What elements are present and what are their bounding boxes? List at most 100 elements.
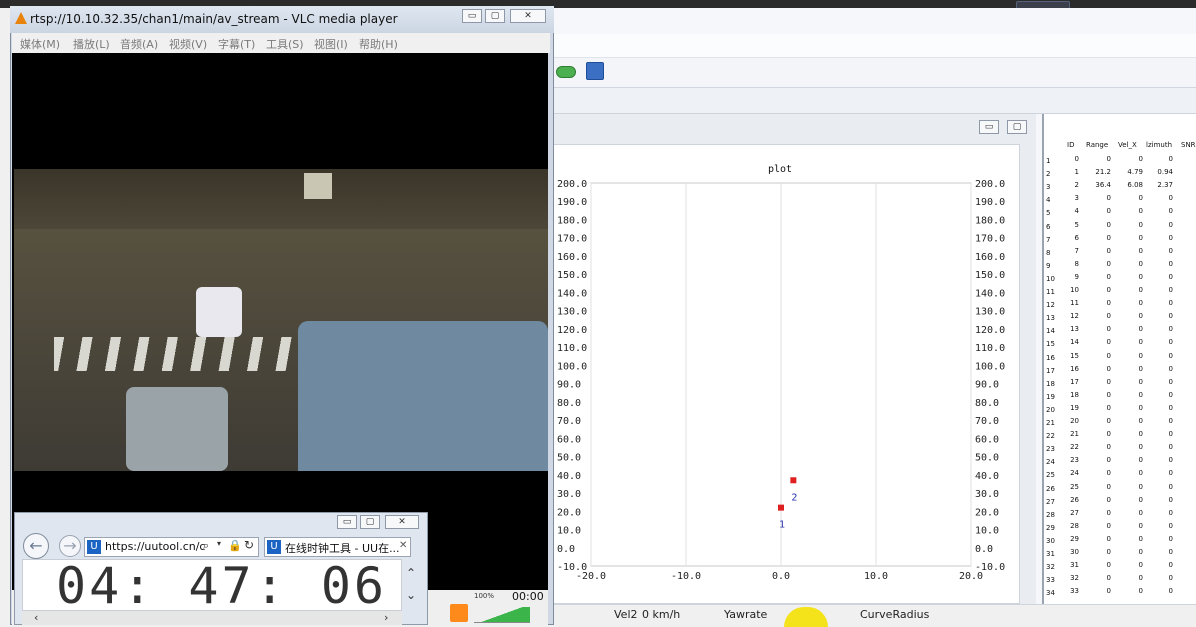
table-cell[interactable]: 0 — [1149, 496, 1173, 504]
table-cell[interactable]: 0 — [1149, 260, 1173, 268]
table-cell[interactable]: 0 — [1119, 391, 1143, 399]
table-column-header[interactable]: lzimuth — [1146, 141, 1172, 149]
table-cell[interactable]: 0 — [1149, 273, 1173, 281]
minimize-icon[interactable]: ▭ — [337, 515, 357, 529]
table-cell[interactable]: 22 — [1055, 443, 1079, 451]
table-cell[interactable]: 0 — [1119, 483, 1143, 491]
table-cell[interactable]: 0 — [1087, 155, 1111, 163]
table-cell[interactable]: 0 — [1149, 365, 1173, 373]
table-cell[interactable]: 0 — [1119, 352, 1143, 360]
restore-icon[interactable]: ▢ — [1007, 120, 1027, 134]
menu-subtitle[interactable]: 字幕(T) — [218, 36, 255, 52]
table-cell[interactable]: 0 — [1119, 247, 1143, 255]
table-cell[interactable]: 0 — [1087, 430, 1111, 438]
table-cell[interactable]: 0 — [1087, 299, 1111, 307]
table-cell[interactable]: 0 — [1119, 299, 1143, 307]
table-cell[interactable]: 0 — [1087, 561, 1111, 569]
table-cell[interactable]: 0 — [1119, 260, 1143, 268]
table-cell[interactable]: 0 — [1087, 221, 1111, 229]
close-icon[interactable]: ✕ — [510, 9, 546, 23]
table-cell[interactable]: 0 — [1119, 443, 1143, 451]
restore-icon[interactable]: ▢ — [360, 515, 380, 529]
menu-audio[interactable]: 音频(A) — [120, 36, 158, 52]
table-cell[interactable]: 0 — [1149, 561, 1173, 569]
table-cell[interactable]: 2 — [1055, 181, 1079, 189]
table-cell[interactable]: 0 — [1087, 443, 1111, 451]
table-cell[interactable]: 0 — [1087, 587, 1111, 595]
table-cell[interactable]: 0 — [1087, 535, 1111, 543]
save-icon[interactable] — [586, 62, 604, 80]
table-cell[interactable]: 0 — [1119, 221, 1143, 229]
forward-icon[interactable]: → — [59, 535, 81, 557]
volume-icon[interactable] — [450, 604, 468, 622]
table-cell[interactable]: 0.94 — [1149, 168, 1173, 176]
table-cell[interactable]: 0 — [1087, 417, 1111, 425]
table-cell[interactable]: 0 — [1119, 234, 1143, 242]
table-cell[interactable]: 0 — [1119, 535, 1143, 543]
table-cell[interactable]: 0 — [1149, 234, 1173, 242]
table-cell[interactable]: 0 — [1149, 509, 1173, 517]
menu-media[interactable]: 媒体(M) — [20, 36, 60, 52]
table-cell[interactable]: 0 — [1119, 378, 1143, 386]
table-cell[interactable]: 0 — [1149, 207, 1173, 215]
table-cell[interactable]: 0 — [1087, 509, 1111, 517]
table-cell[interactable]: 0 — [1087, 522, 1111, 530]
table-column-header[interactable]: Range — [1086, 141, 1108, 149]
table-cell[interactable]: 0 — [1119, 312, 1143, 320]
table-cell[interactable]: 4.79 — [1119, 168, 1143, 176]
horizontal-scrollbar[interactable]: ‹ › — [22, 611, 402, 625]
toggle-icon[interactable] — [556, 66, 576, 78]
table-cell[interactable]: 19 — [1055, 404, 1079, 412]
minimize-icon[interactable]: ▭ — [979, 120, 999, 134]
table-cell[interactable]: 29 — [1055, 535, 1079, 543]
scroll-up-icon[interactable]: ⌃ — [406, 566, 416, 580]
table-cell[interactable]: 0 — [1087, 352, 1111, 360]
table-cell[interactable]: 16 — [1055, 365, 1079, 373]
table-cell[interactable]: 0 — [1087, 325, 1111, 333]
table-cell[interactable]: 6 — [1055, 234, 1079, 242]
table-cell[interactable]: 0 — [1149, 430, 1173, 438]
table-cell[interactable]: 0 — [1119, 587, 1143, 595]
volume-slider[interactable] — [474, 607, 530, 623]
table-cell[interactable]: 0 — [1087, 338, 1111, 346]
table-column-header[interactable]: ID — [1067, 141, 1074, 149]
table-cell[interactable]: 0 — [1119, 273, 1143, 281]
table-cell[interactable]: 26 — [1055, 496, 1079, 504]
table-cell[interactable]: 0 — [1087, 483, 1111, 491]
table-cell[interactable]: 0 — [1087, 548, 1111, 556]
table-cell[interactable]: 0 — [1119, 469, 1143, 477]
table-cell[interactable]: 0 — [1149, 312, 1173, 320]
table-cell[interactable]: 0 — [1119, 574, 1143, 582]
table-cell[interactable]: 0 — [1119, 496, 1143, 504]
table-cell[interactable]: 0 — [1149, 299, 1173, 307]
table-cell[interactable]: 0 — [1149, 352, 1173, 360]
table-cell[interactable]: 0 — [1149, 221, 1173, 229]
table-cell[interactable]: 0 — [1149, 404, 1173, 412]
table-cell[interactable]: 30 — [1055, 548, 1079, 556]
table-column-header[interactable]: SNR — [1181, 141, 1196, 149]
table-cell[interactable]: 0 — [1149, 469, 1173, 477]
table-cell[interactable]: 6.08 — [1119, 181, 1143, 189]
refresh-icon[interactable]: ↻ — [244, 538, 254, 552]
table-cell[interactable]: 0 — [1149, 155, 1173, 163]
table-cell[interactable]: 28 — [1055, 522, 1079, 530]
table-cell[interactable]: 0 — [1149, 325, 1173, 333]
scroll-right-icon[interactable]: › — [384, 611, 388, 624]
table-cell[interactable]: 0 — [1149, 456, 1173, 464]
table-cell[interactable]: 0 — [1087, 365, 1111, 373]
table-cell[interactable]: 15 — [1055, 352, 1079, 360]
table-cell[interactable]: 0 — [1087, 404, 1111, 412]
scroll-left-icon[interactable]: ‹ — [34, 611, 38, 624]
table-cell[interactable]: 0 — [1149, 286, 1173, 294]
back-icon[interactable]: ← — [23, 533, 49, 559]
table-cell[interactable]: 0 — [1087, 496, 1111, 504]
table-cell[interactable]: 0 — [1149, 391, 1173, 399]
table-cell[interactable]: 0 — [1087, 286, 1111, 294]
menu-playback[interactable]: 播放(L) — [73, 36, 110, 52]
menu-tools[interactable]: 工具(S) — [266, 36, 304, 52]
table-cell[interactable]: 0 — [1119, 207, 1143, 215]
table-cell[interactable]: 18 — [1055, 391, 1079, 399]
table-cell[interactable]: 32 — [1055, 574, 1079, 582]
table-cell[interactable]: 0 — [1149, 587, 1173, 595]
table-cell[interactable]: 0 — [1087, 207, 1111, 215]
